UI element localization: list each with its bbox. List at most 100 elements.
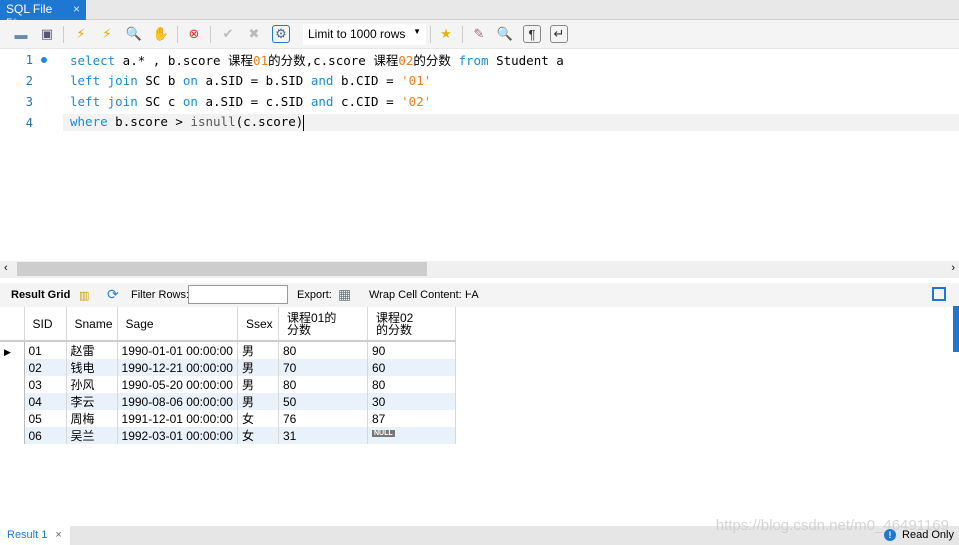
row-indicator[interactable] <box>0 427 25 444</box>
table-cell[interactable]: 男 <box>237 341 279 359</box>
table-cell[interactable]: 赵雷 <box>66 341 118 359</box>
table-cell[interactable]: 80 <box>278 376 368 393</box>
commit-icon[interactable]: ✔ <box>219 25 237 43</box>
beautify-icon[interactable]: ✎ <box>470 25 488 43</box>
close-tab-icon[interactable]: × <box>73 2 80 18</box>
line-number: 2 <box>25 73 33 88</box>
table-cell[interactable]: 1991-12-01 00:00:00 <box>117 410 238 427</box>
table-cell[interactable]: 90 <box>367 341 456 359</box>
stop-icon[interactable]: ✋ <box>152 25 170 43</box>
table-row[interactable]: 02 钱电 1990-12-21 00:00:00 男 70 60 <box>0 359 456 376</box>
line-number: 1 <box>25 52 33 67</box>
table-cell[interactable]: 60 <box>367 359 456 376</box>
table-cell[interactable]: 87 <box>367 410 456 427</box>
table-cell[interactable]: 31 <box>278 427 368 444</box>
invisible-chars-icon[interactable]: ¶ <box>523 25 541 43</box>
table-cell[interactable]: 1990-08-06 00:00:00 <box>117 393 238 410</box>
table-cell[interactable]: 04 <box>24 393 67 410</box>
table-cell[interactable]: 周梅 <box>66 410 118 427</box>
toggle-error-icon[interactable]: ⊗ <box>185 25 203 43</box>
null-badge: NULL <box>371 429 395 437</box>
table-cell[interactable]: 80 <box>367 376 456 393</box>
vertical-scroll-indicator[interactable] <box>953 306 959 352</box>
row-indicator[interactable] <box>0 376 25 393</box>
table-cell[interactable]: 02 <box>24 359 67 376</box>
statement-marker-icon <box>41 56 47 63</box>
table-row[interactable]: 05 周梅 1991-12-01 00:00:00 女 76 87 <box>0 410 456 427</box>
table-cell[interactable]: 女 <box>237 410 279 427</box>
refresh-icon[interactable]: ⟳ <box>107 286 119 303</box>
column-header[interactable]: 课程02的分数 <box>367 307 456 342</box>
table-row[interactable]: 06 吴兰 1992-03-01 00:00:00 女 31 NULL <box>0 427 456 444</box>
column-header[interactable]: SID <box>24 307 67 342</box>
line-number: 3 <box>25 94 33 109</box>
result-tab[interactable]: Result 1 × <box>0 526 70 545</box>
table-row[interactable]: ▶ 01 赵雷 1990-01-01 00:00:00 男 80 90 <box>0 341 456 359</box>
table-cell[interactable]: 1990-01-01 00:00:00 <box>117 341 238 359</box>
table-row[interactable]: 03 孙风 1990-05-20 00:00:00 男 80 80 <box>0 376 456 393</box>
panel-toggle-icon[interactable] <box>932 287 946 301</box>
row-indicator-header <box>0 307 25 342</box>
open-folder-icon[interactable]: ▬ <box>12 25 30 43</box>
table-cell[interactable]: 钱电 <box>66 359 118 376</box>
table-cell[interactable]: 孙风 <box>66 376 118 393</box>
table-cell[interactable]: 06 <box>24 427 67 444</box>
editor-toolbar: ▬ ▣ ⚡ ⚡ 🔍 ✋ ⊗ ✔ ✖ ⚙ Limit to 1000 rows ▼ … <box>0 20 959 49</box>
code-line: left join SC c on a.SID = c.SID and c.CI… <box>70 94 432 109</box>
row-indicator[interactable]: ▶ <box>0 341 25 359</box>
result-grid-button[interactable]: Result Grid <box>11 289 70 301</box>
table-cell[interactable]: 50 <box>278 393 368 410</box>
tab-sql-file[interactable]: SQL File 5* × <box>0 0 86 30</box>
column-header[interactable]: 课程01的分数 <box>278 307 368 342</box>
wrap-lines-icon[interactable]: ↵ <box>550 25 568 43</box>
table-cell[interactable]: 李云 <box>66 393 118 410</box>
save-icon[interactable]: ▣ <box>38 25 56 43</box>
table-cell[interactable]: 70 <box>278 359 368 376</box>
table-cell[interactable]: 男 <box>237 376 279 393</box>
export-icon[interactable]: ▦ <box>338 286 351 303</box>
code-line: left join SC b on a.SID = b.SID and b.CI… <box>70 73 432 88</box>
table-row[interactable]: 04 李云 1990-08-06 00:00:00 男 50 30 <box>0 393 456 410</box>
wrap-cell-icon[interactable]: ⱵA <box>465 289 479 301</box>
scrollbar-thumb[interactable] <box>17 262 427 276</box>
table-cell[interactable]: 女 <box>237 427 279 444</box>
table-cell[interactable]: 80 <box>278 341 368 359</box>
table-cell[interactable]: 01 <box>24 341 67 359</box>
table-cell[interactable]: NULL <box>367 427 456 444</box>
table-cell[interactable]: 76 <box>278 410 368 427</box>
table-cell[interactable]: 03 <box>24 376 67 393</box>
table-cell[interactable]: 1992-03-01 00:00:00 <box>117 427 238 444</box>
column-header[interactable]: Sname <box>66 307 118 342</box>
filter-rows-input[interactable] <box>188 285 288 304</box>
limit-rows-select[interactable]: Limit to 1000 rows ▼ <box>303 24 426 45</box>
table-cell[interactable]: 1990-05-20 00:00:00 <box>117 376 238 393</box>
column-header[interactable]: Sage <box>117 307 238 342</box>
sql-editor[interactable]: 1 select a.* , b.score 课程01的分数,c.score 课程… <box>0 49 959 261</box>
close-result-icon[interactable]: × <box>55 529 61 541</box>
explain-icon[interactable]: 🔍 <box>125 25 143 43</box>
info-icon: ! <box>884 529 897 541</box>
code-line: select a.* , b.score 课程01的分数,c.score 课程0… <box>70 53 564 68</box>
row-indicator[interactable] <box>0 410 25 427</box>
row-indicator[interactable] <box>0 359 25 376</box>
execute-icon[interactable]: ⚡ <box>72 25 90 43</box>
find-icon[interactable]: 🔍 <box>496 25 514 43</box>
table-cell[interactable]: 05 <box>24 410 67 427</box>
table-cell[interactable]: 吴兰 <box>66 427 118 444</box>
table-cell[interactable]: 男 <box>237 393 279 410</box>
autocommit-icon[interactable]: ⚙ <box>272 25 290 43</box>
table-cell[interactable]: 男 <box>237 359 279 376</box>
table-cell[interactable]: 30 <box>367 393 456 410</box>
add-snippet-icon[interactable]: ★ <box>437 25 455 43</box>
table-cell[interactable]: 1990-12-21 00:00:00 <box>117 359 238 376</box>
result-grid: SID Sname Sage Ssex 课程01的分数 课程02的分数 ▶ 01 赵… <box>0 307 456 444</box>
line-number: 4 <box>25 115 33 130</box>
form-editor-icon[interactable]: ▥ <box>79 289 89 302</box>
column-header[interactable]: Ssex <box>237 307 279 342</box>
row-indicator[interactable] <box>0 393 25 410</box>
tab-title: SQL File 5* <box>6 2 53 30</box>
rollback-icon[interactable]: ✖ <box>245 25 263 43</box>
execute-current-icon[interactable]: ⚡ <box>98 25 116 43</box>
wrap-cell-label: Wrap Cell Content: <box>369 289 462 301</box>
filter-rows-label: Filter Rows: <box>131 289 190 301</box>
